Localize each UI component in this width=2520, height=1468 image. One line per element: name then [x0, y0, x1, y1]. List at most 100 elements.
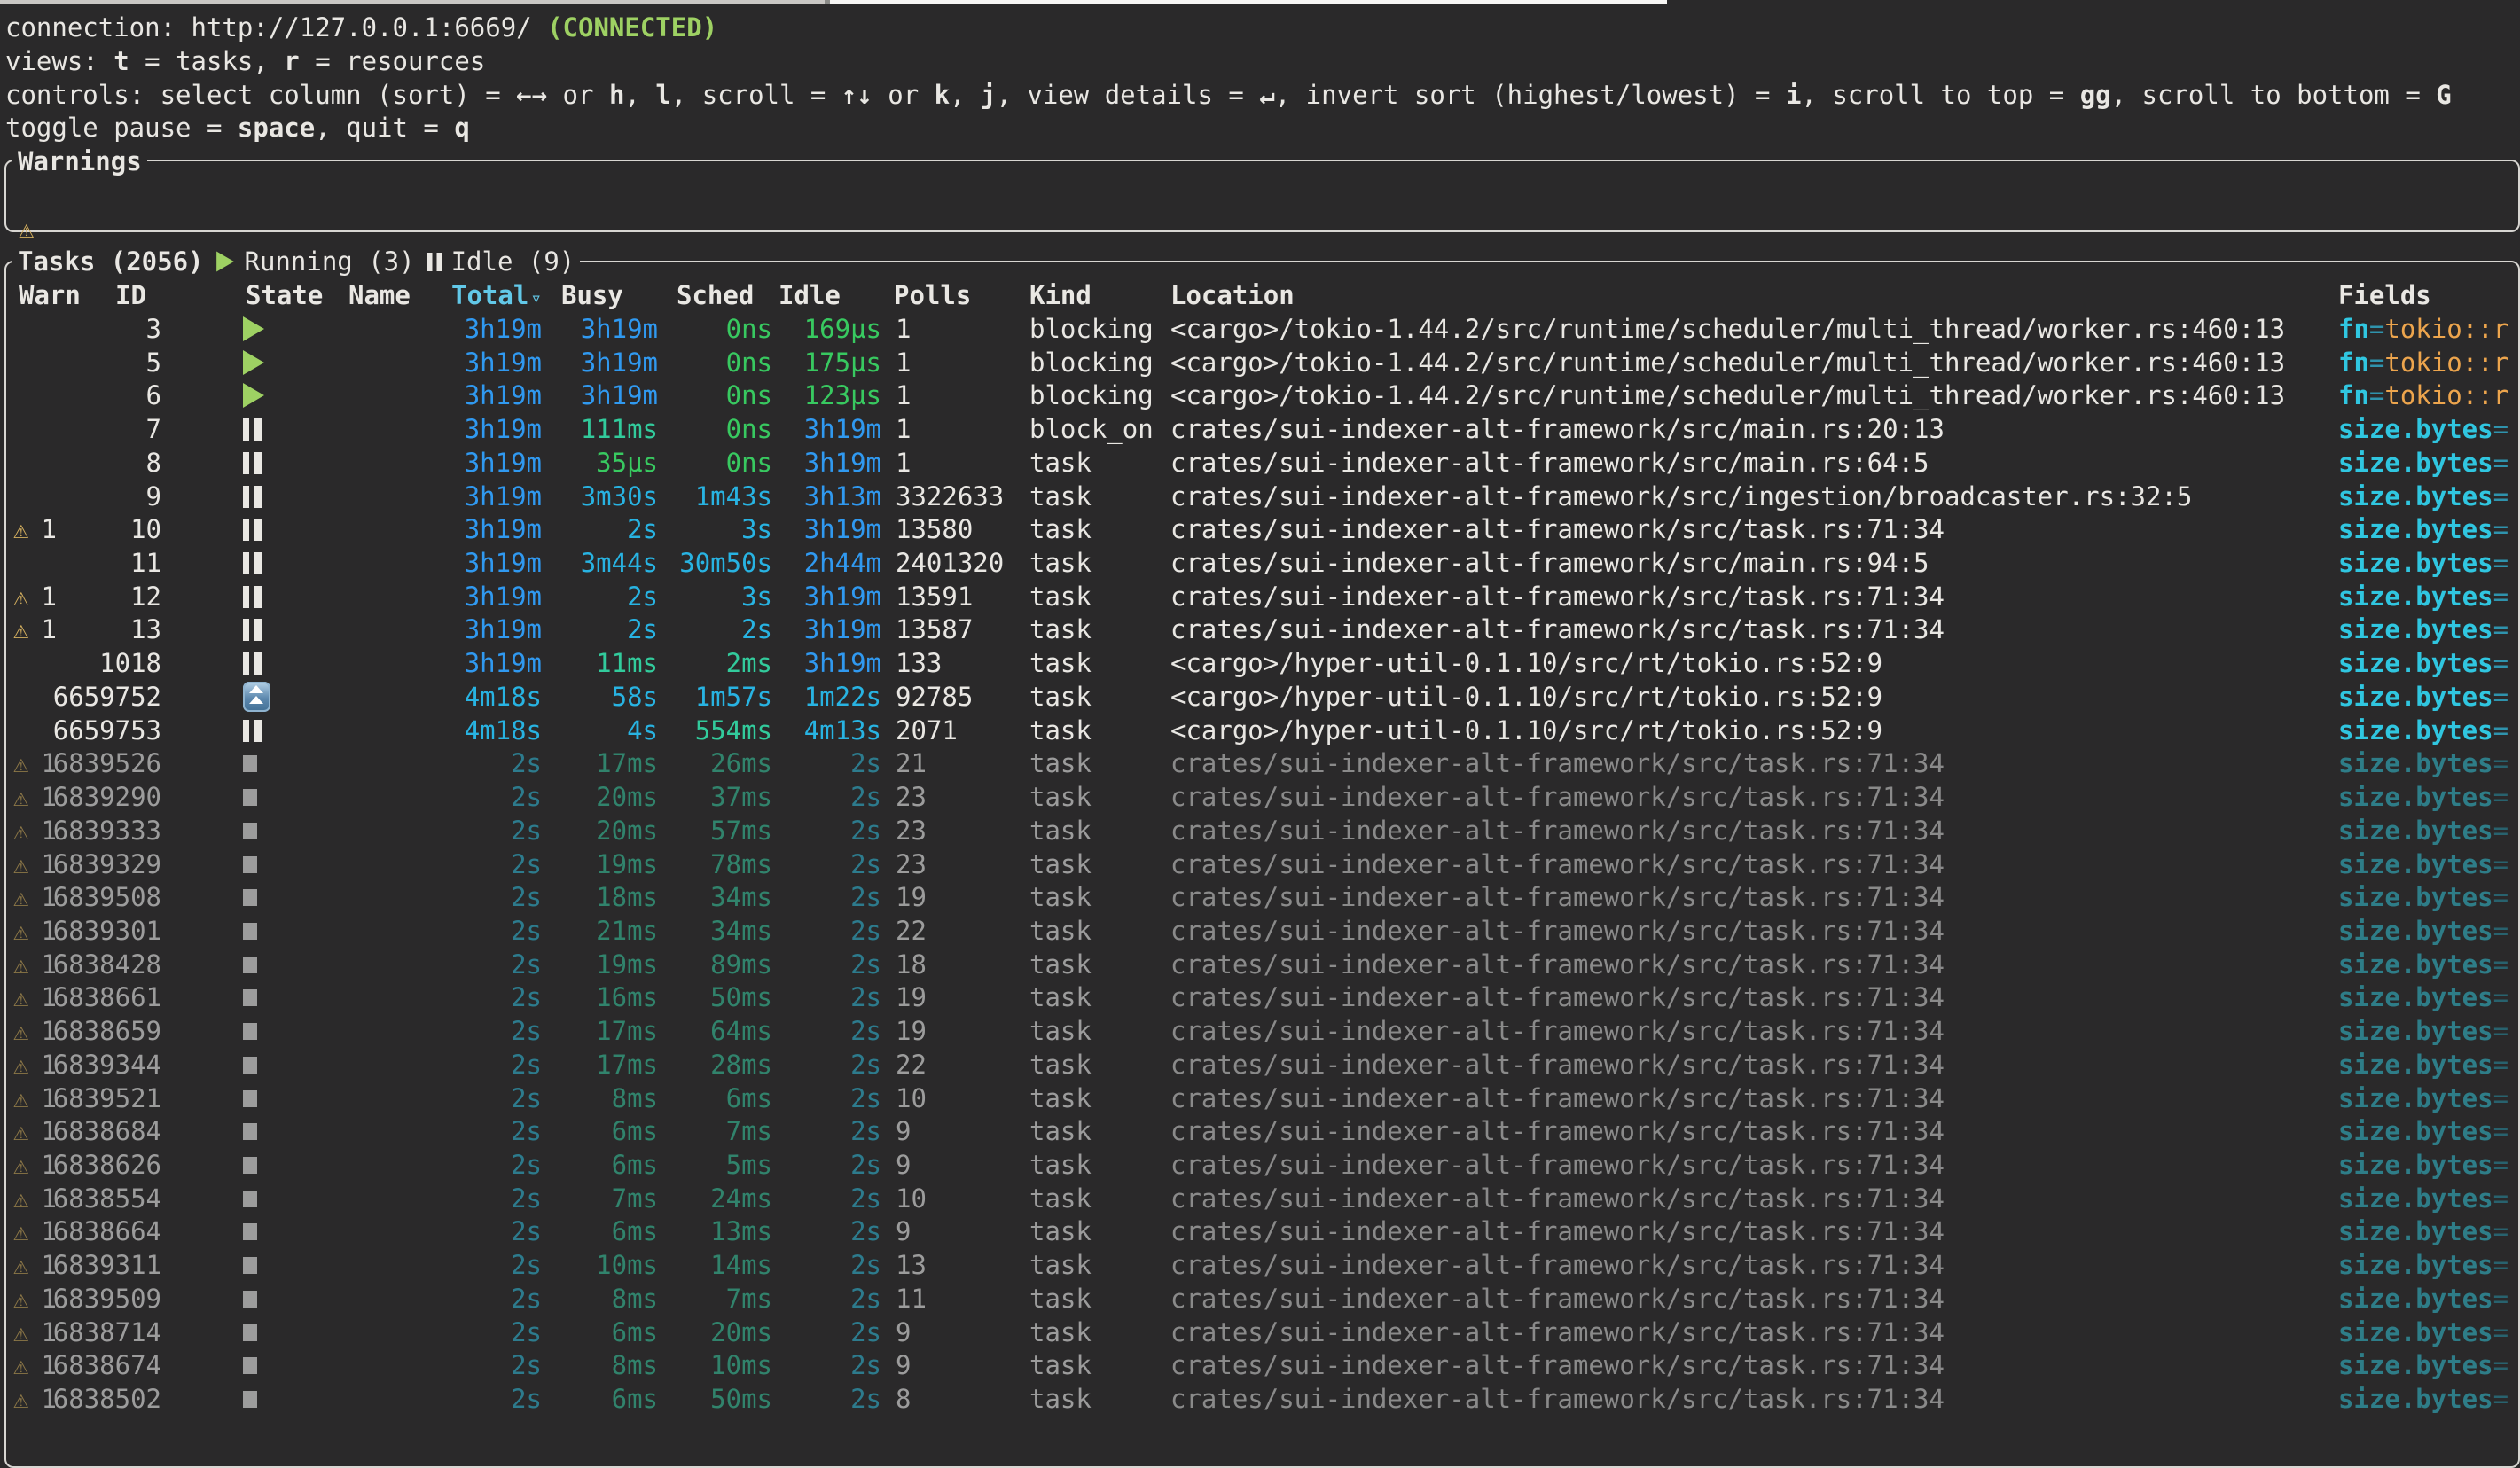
sched-duration-value: 30m50s	[679, 548, 772, 578]
warn-cell: ⚠1	[13, 1014, 57, 1048]
task-row[interactable]: ⚠168393332s20ms57ms2s23taskcrates/sui-in…	[0, 814, 2520, 847]
field-equals: =	[2493, 514, 2508, 544]
task-row[interactable]: ⚠168385022s6ms50ms2s8taskcrates/sui-inde…	[0, 1382, 2520, 1416]
location-cell: crates/sui-indexer-alt-framework/src/tas…	[1170, 512, 1945, 546]
task-row[interactable]: ⚠168386642s6ms13ms2s9taskcrates/sui-inde…	[0, 1214, 2520, 1248]
task-row[interactable]: 53h19m3h19m0ns175µs1blocking<cargo>/toki…	[0, 346, 2520, 379]
task-row[interactable]: ⚠168386262s6ms5ms2s9taskcrates/sui-index…	[0, 1148, 2520, 1182]
busy-duration: 2s	[554, 613, 658, 646]
kind-cell: task	[1029, 1248, 1092, 1282]
task-row[interactable]: ⚠168385542s7ms24ms2s10taskcrates/sui-ind…	[0, 1182, 2520, 1215]
task-row[interactable]: 10183h19m11ms2ms3h19m133task<cargo>/hype…	[0, 646, 2520, 680]
column-header-id[interactable]: ID	[115, 278, 146, 312]
task-row[interactable]: 113h19m3m44s30m50s2h44m2401320taskcrates…	[0, 546, 2520, 580]
column-header-name[interactable]: Name	[348, 278, 411, 312]
field-equals: =	[2493, 582, 2508, 612]
location-cell: crates/sui-indexer-alt-framework/src/tas…	[1170, 1248, 1945, 1282]
total-duration-value: 2s	[511, 1216, 542, 1246]
idle-duration-value: 3h19m	[804, 448, 881, 478]
completed-icon	[243, 1324, 257, 1341]
idle-duration: 2s	[778, 1048, 881, 1081]
column-header-idle[interactable]: Idle	[779, 278, 841, 312]
location-value: crates/sui-indexer-alt-framework/src/tas…	[1170, 582, 1945, 612]
kind-cell: task	[1029, 1114, 1092, 1148]
warn-cell: ⚠1	[13, 914, 57, 948]
task-row[interactable]: ⚠1133h19m2s2s3h19m13587taskcrates/sui-in…	[0, 613, 2520, 646]
idle-duration-value: 2s	[850, 882, 881, 912]
column-header-polls[interactable]: Polls	[894, 278, 971, 312]
task-row[interactable]: 63h19m3h19m0ns123µs1blocking<cargo>/toki…	[0, 379, 2520, 412]
column-header-total[interactable]: Total▿	[451, 278, 542, 312]
text-segment: ,	[950, 80, 981, 110]
task-row[interactable]: ⚠168393292s19ms78ms2s23taskcrates/sui-in…	[0, 847, 2520, 881]
task-row[interactable]: 33h19m3h19m0ns169µs1blocking<cargo>/toki…	[0, 312, 2520, 346]
tab-active[interactable]	[830, 0, 1667, 4]
task-row[interactable]: ⚠168393112s10ms14ms2s13taskcrates/sui-in…	[0, 1248, 2520, 1282]
task-row[interactable]: 66597524m18s58s1m57s1m22s92785task<cargo…	[0, 680, 2520, 714]
task-row[interactable]: ⚠168393012s21ms34ms2s22taskcrates/sui-in…	[0, 914, 2520, 948]
sched-duration: 0ns	[667, 312, 772, 346]
field-key: size.bytes	[2338, 548, 2493, 578]
column-header-kind[interactable]: Kind	[1029, 278, 1092, 312]
column-header-fields[interactable]: Fields	[2338, 278, 2431, 312]
kind-value: task	[1029, 1050, 1092, 1080]
column-header-state[interactable]: State	[246, 278, 323, 312]
warning-triangle-icon: ⚠	[13, 1250, 28, 1280]
completed-icon	[243, 1191, 257, 1207]
task-row[interactable]: 93h19m3m30s1m43s3h13m3322633taskcrates/s…	[0, 480, 2520, 513]
fields-cell: size.bytes=	[2338, 1348, 2508, 1382]
key-label: ↵	[1259, 80, 1274, 110]
task-row[interactable]: ⚠168386742s8ms10ms2s9taskcrates/sui-inde…	[0, 1348, 2520, 1382]
task-row[interactable]: 83h19m35µs0ns3h19m1taskcrates/sui-indexe…	[0, 446, 2520, 480]
total-duration: 4m18s	[390, 680, 542, 714]
location-cell: crates/sui-indexer-alt-framework/src/tas…	[1170, 746, 1945, 780]
fields-cell: size.bytes=	[2338, 1081, 2508, 1115]
column-header-warn[interactable]: Warn	[19, 278, 81, 312]
location-cell: crates/sui-indexer-alt-framework/src/tas…	[1170, 780, 1945, 814]
task-row[interactable]: ⚠168387142s6ms20ms2s9taskcrates/sui-inde…	[0, 1316, 2520, 1349]
kind-cell: blocking	[1029, 379, 1154, 412]
task-row[interactable]: ⚠168386842s6ms7ms2s9taskcrates/sui-index…	[0, 1114, 2520, 1148]
task-row[interactable]: ⚠168386612s16ms50ms2s19taskcrates/sui-in…	[0, 980, 2520, 1014]
field-key: size.bytes	[2338, 1216, 2493, 1246]
task-row[interactable]: 66597534m18s4s554ms4m13s2071task<cargo>/…	[0, 714, 2520, 747]
fields-cell: size.bytes=	[2338, 746, 2508, 780]
idle-duration: 3h19m	[778, 412, 881, 446]
task-row[interactable]: ⚠168384282s19ms89ms2s18taskcrates/sui-in…	[0, 948, 2520, 981]
task-row[interactable]: ⚠1123h19m2s3s3h19m13591taskcrates/sui-in…	[0, 580, 2520, 613]
task-row[interactable]: ⚠168395212s8ms6ms2s10taskcrates/sui-inde…	[0, 1081, 2520, 1115]
location-cell: crates/sui-indexer-alt-framework/src/tas…	[1170, 1348, 1945, 1382]
column-header-busy[interactable]: Busy	[561, 278, 623, 312]
total-duration-value: 2s	[511, 1083, 542, 1113]
key-label: q	[454, 113, 469, 143]
total-duration-value: 2s	[511, 1050, 542, 1080]
play-icon	[216, 252, 234, 272]
column-header-location[interactable]: Location	[1170, 278, 1295, 312]
task-row[interactable]: ⚠168393442s17ms28ms2s22taskcrates/sui-in…	[0, 1048, 2520, 1081]
task-row[interactable]: ⚠168392902s20ms37ms2s23taskcrates/sui-in…	[0, 780, 2520, 814]
task-row[interactable]: ⚠168395092s8ms7ms2s11taskcrates/sui-inde…	[0, 1282, 2520, 1316]
task-row[interactable]: ⚠1103h19m2s3s3h19m13580taskcrates/sui-in…	[0, 512, 2520, 546]
idle-duration-value: 2s	[850, 1083, 881, 1113]
fields-cell: size.bytes=	[2338, 1014, 2508, 1048]
task-id: 13	[51, 613, 161, 646]
sched-duration: 0ns	[667, 379, 772, 412]
column-header-sched[interactable]: Sched	[677, 278, 754, 312]
task-row[interactable]: ⚠168386592s17ms64ms2s19taskcrates/sui-in…	[0, 1014, 2520, 1048]
task-row[interactable]: ⚠168395262s17ms26ms2s21taskcrates/sui-in…	[0, 746, 2520, 780]
task-id-value: 6838428	[53, 949, 161, 980]
task-row[interactable]: 73h19m111ms0ns3h19m1block_oncrates/sui-i…	[0, 412, 2520, 446]
state-cell	[243, 512, 282, 546]
polls-value: 1	[896, 347, 911, 378]
sched-duration: 2ms	[667, 646, 772, 680]
tab-inactive[interactable]	[0, 0, 825, 4]
task-row[interactable]: ⚠168395082s18ms34ms2s19taskcrates/sui-in…	[0, 880, 2520, 914]
idle-duration: 2s	[778, 980, 881, 1014]
fields-cell: size.bytes=	[2338, 1114, 2508, 1148]
task-id-value: 6	[146, 380, 161, 410]
location-cell: crates/sui-indexer-alt-framework/src/tas…	[1170, 1048, 1945, 1081]
state-cell	[243, 680, 282, 714]
state-cell	[243, 1348, 282, 1382]
location-value: <cargo>/tokio-1.44.2/src/runtime/schedul…	[1170, 380, 2285, 410]
kind-value: task	[1029, 514, 1092, 544]
